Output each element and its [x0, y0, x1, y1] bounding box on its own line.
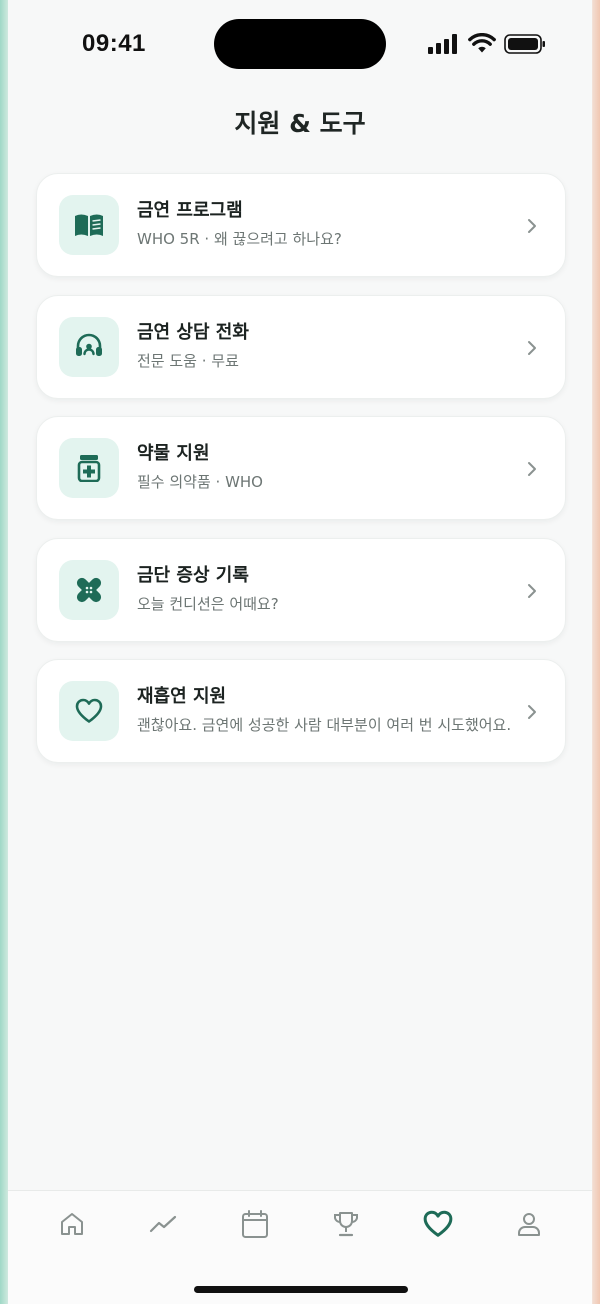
home-icon [61, 1213, 83, 1235]
card-title: 약물 지원 [137, 443, 210, 464]
card-icon-container [59, 195, 119, 255]
chevron-right-icon [528, 340, 536, 355]
app-screen: 09:41 지원 & 도구 금연 프로그램 WHO 5R · 왜 끊으려고 하나… [8, 0, 592, 1304]
card-withdrawal-log[interactable]: 금단 증상 기록 오늘 컨디션은 어때요? [36, 537, 566, 642]
card-title: 금단 증상 기록 [137, 564, 249, 586]
battery-icon [504, 33, 545, 54]
chevron-right-icon [528, 219, 536, 233]
card-subtitle: 전문 도움 · 무료 [137, 351, 239, 370]
card-quit-program[interactable]: 금연 프로그램 WHO 5R · 왜 끊으려고 하나요? [36, 173, 566, 277]
card-counseling-call[interactable]: 금연 상담 전화 전문 도움 · 무료 [36, 294, 566, 399]
card-title: 재흡연 지원 [137, 686, 227, 707]
card-title: 금연 프로그램 [137, 200, 243, 221]
tab-calendar[interactable] [240, 1209, 270, 1239]
wifi-icon [468, 33, 496, 53]
home-indicator [194, 1286, 408, 1293]
card-icon-container [59, 316, 119, 377]
tab-home[interactable] [57, 1209, 87, 1239]
calendar-icon [242, 1210, 268, 1238]
cellular-signal-icon [428, 33, 457, 54]
card-medication-support[interactable]: 약물 지원 필수 의약품 · WHO [36, 416, 566, 520]
profile-icon [518, 1213, 540, 1236]
card-title: 금연 상담 전화 [137, 321, 249, 343]
tab-profile[interactable] [514, 1209, 544, 1239]
card-subtitle: 괜찮아요. 금연에 성공한 사람 대부분이 여러 번 시도했어요. [137, 716, 512, 734]
heart-icon [75, 698, 103, 723]
medicine-jar-icon [77, 455, 101, 482]
card-icon-container [59, 559, 119, 620]
tab-achievements[interactable] [331, 1209, 361, 1239]
headset-icon [76, 333, 102, 356]
book-open-icon [75, 214, 103, 236]
dynamic-island [214, 19, 386, 69]
card-icon-container [59, 681, 119, 741]
tab-progress[interactable] [148, 1209, 178, 1239]
trend-icon [149, 1215, 177, 1233]
chevron-right-icon [528, 705, 536, 719]
bandage-icon [76, 577, 102, 602]
card-subtitle: 필수 의약품 · WHO [137, 473, 263, 491]
status-time: 09:41 [82, 30, 146, 57]
trophy-icon [334, 1212, 358, 1237]
card-subtitle: 오늘 컨디션은 어때요? [137, 594, 279, 613]
chevron-right-icon [528, 583, 536, 598]
card-subtitle: WHO 5R · 왜 끊으려고 하나요? [137, 230, 342, 248]
status-icons [428, 33, 546, 54]
card-icon-container [59, 438, 119, 498]
page-title: 지원 & 도구 [234, 109, 366, 138]
chevron-right-icon [528, 462, 536, 476]
tab-support[interactable] [423, 1209, 453, 1239]
status-bar: 09:41 [8, 0, 592, 90]
heart-icon [423, 1210, 453, 1237]
card-relapse-support[interactable]: 재흡연 지원 괜찮아요. 금연에 성공한 사람 대부분이 여러 번 시도했어요. [36, 659, 566, 763]
support-tools-list: 금연 프로그램 WHO 5R · 왜 끊으려고 하나요? 금연 상담 전화 전문 [36, 173, 566, 781]
